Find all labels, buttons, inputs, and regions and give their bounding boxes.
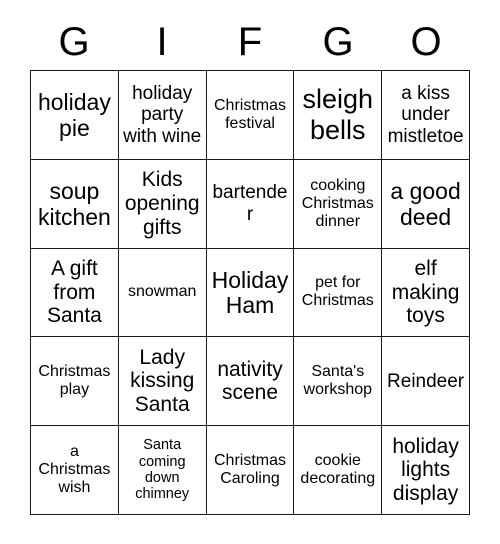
bingo-cell-label: Kids opening gifts [124,168,200,239]
bingo-cell-label: snowman [127,283,197,301]
bingo-cell-label: soup kitchen [37,177,111,230]
bingo-cell-label: a good deed [390,177,461,230]
bingo-cell-label: Lady kissing Santa [130,345,195,417]
bingo-cell[interactable]: Lady kissing Santa [118,337,207,427]
bingo-cell-label: a Christmas wish [38,442,111,497]
bingo-cell[interactable]: Christmas festival [206,71,295,160]
bingo-cell-label: pet for Christmas [301,274,374,310]
bingo-cell[interactable]: Christmas play [31,337,119,427]
bingo-cell-label: Santa's workshop [303,363,373,399]
bingo-cell-label: holiday party with wine [123,82,202,147]
bingo-cell-label: Christmas play [38,363,111,399]
bingo-cell[interactable]: sleigh bells [294,71,383,160]
bingo-cell[interactable]: a kiss under mistletoe [382,71,470,160]
bingo-cell-label: Christmas Caroling [213,452,286,488]
bingo-cell-label: cookie decorating [300,452,376,488]
bingo-cell[interactable]: elf making toys [382,248,470,338]
bingo-header-letter-3: G [322,20,354,64]
bingo-cell[interactable]: bartender [206,159,295,249]
bingo-cell[interactable]: Santa coming down chimney [118,426,207,515]
bingo-cell[interactable]: Kids opening gifts [118,159,207,249]
bingo-cell[interactable]: Santa's workshop [294,337,383,427]
bingo-header-letter-2: F [237,20,263,64]
bingo-cell-label: Reindeer [387,370,465,392]
bingo-cell[interactable]: snowman [118,248,207,338]
bingo-header-row: GIFGO [30,14,470,70]
bingo-cell[interactable]: soup kitchen [31,159,119,249]
bingo-header-letter-0: G [58,20,90,64]
bingo-cell-label: holiday lights display [392,434,459,505]
bingo-cell-label: holiday pie [37,88,111,141]
bingo-cell-label: a kiss under mistletoe [387,82,464,147]
bingo-cell-label: cooking Christmas dinner [301,176,374,230]
bingo-cell-label: A gift from Santa [46,256,102,328]
bingo-cell[interactable]: Christmas Caroling [206,426,295,515]
bingo-cell[interactable]: holiday party with wine [118,71,207,160]
bingo-header-letter-4: O [410,20,442,64]
bingo-cell[interactable]: cookie decorating [294,426,383,515]
bingo-cell-label: nativity scene [217,357,283,405]
bingo-cell[interactable]: holiday lights display [382,426,470,515]
bingo-cell[interactable]: pet for Christmas [294,248,383,338]
bingo-cell[interactable]: a good deed [382,159,470,249]
bingo-cell[interactable]: cooking Christmas dinner [294,159,383,249]
bingo-cell[interactable]: nativity scene [206,337,295,427]
bingo-cell-label: bartender [212,182,288,225]
bingo-cell-label: elf making toys [391,256,460,328]
bingo-cell-label: sleigh bells [302,84,374,145]
bingo-cell[interactable]: a Christmas wish [31,426,119,515]
bingo-card: G I F G O holiday pie holiday party with wine… [0,0,500,544]
bingo-cell[interactable]: holiday pie [31,71,119,160]
bingo-grid: holiday pie holiday party with wine Christ… [30,70,470,515]
bingo-cell[interactable]: Reindeer [382,337,470,427]
bingo-header-letter-1: I [156,20,168,64]
bingo-cell-label: Santa coming down chimney [135,437,190,503]
bingo-cell-label: Holiday Ham [211,266,289,319]
bingo-cell-label: Christmas festival [213,96,286,132]
bingo-cell[interactable]: Holiday Ham [206,248,295,338]
bingo-cell[interactable]: A gift from Santa [31,248,119,338]
